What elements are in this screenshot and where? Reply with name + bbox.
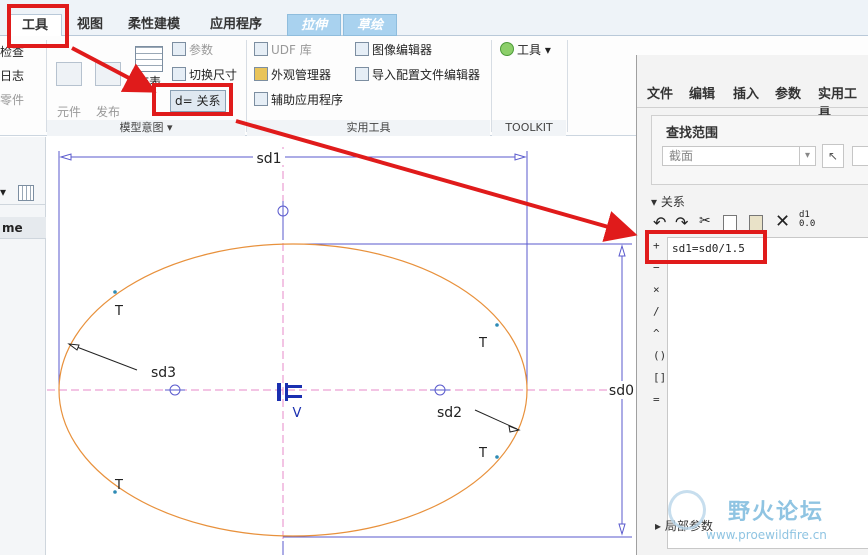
- tangent-label-4: T: [114, 478, 123, 493]
- menu-file[interactable]: 文件: [647, 83, 673, 102]
- annotation-box-relations: [152, 83, 233, 116]
- op-multiply[interactable]: ×: [653, 283, 660, 296]
- tree-filter-icon[interactable]: [18, 185, 34, 201]
- tangent-label-1: T: [114, 304, 123, 319]
- tangent-label-3: T: [478, 446, 487, 461]
- delete-icon[interactable]: ✕: [775, 211, 790, 232]
- udf-icon: [254, 42, 268, 56]
- tangent-point-3: [495, 455, 499, 459]
- import-config-icon: [355, 67, 369, 81]
- copy-icon[interactable]: [723, 215, 737, 231]
- select-pointer-icon[interactable]: ↖: [822, 144, 844, 168]
- sd3-leader: [68, 343, 138, 371]
- tangent-point-1: [113, 290, 117, 294]
- sd0-arrow-top: [618, 244, 626, 257]
- appearance-manager-button[interactable]: 外观管理器: [254, 67, 331, 83]
- table-icon: [135, 46, 163, 72]
- tab-flexible-modeling[interactable]: 柔性建模: [120, 14, 188, 36]
- sd2-label[interactable]: sd2: [437, 405, 462, 421]
- tab-sketch[interactable]: 草绘: [343, 14, 397, 36]
- chevron-down-icon[interactable]: ▾: [0, 185, 6, 199]
- sd0-label[interactable]: sd0: [609, 383, 634, 399]
- publish-geometry-button[interactable]: 发布 几何: [92, 46, 124, 135]
- switch-dims-button[interactable]: 切换尺寸: [172, 67, 237, 83]
- op-power[interactable]: ^: [653, 327, 660, 340]
- watermark-url: www.proewildfire.cn: [706, 528, 827, 542]
- vertical-constraint-label: V: [293, 406, 302, 421]
- component-interface-button[interactable]: 元件 界面: [54, 46, 84, 135]
- op-divide[interactable]: /: [653, 305, 660, 318]
- relations-dialog: 文件 编辑 插入 参数 实用工具 查找范围 截面 ▾ ↖ ▾ 关系 ↶ ↷ ✂ …: [636, 55, 868, 555]
- tab-applications[interactable]: 应用程序: [197, 14, 275, 36]
- aux-apps-button[interactable]: 辅助应用程序: [254, 92, 343, 108]
- tangent-point-2: [495, 323, 499, 327]
- switch-display-icon[interactable]: d1 0.0: [799, 211, 815, 229]
- toolkit-icon: [500, 42, 514, 56]
- publish-geometry-icon: [95, 62, 121, 86]
- toolkit-group-label: TOOLKIT: [492, 120, 566, 136]
- panel-toolbar: ▾: [0, 181, 46, 205]
- creo-window: 工具 视图 柔性建模 应用程序 拉伸 草绘 检查 日志 零件 元件 界面 发布 …: [0, 0, 868, 555]
- cut-icon[interactable]: ✂: [699, 213, 711, 229]
- appearance-icon: [254, 67, 268, 81]
- sd3-label[interactable]: sd3: [151, 365, 176, 381]
- image-editor-button[interactable]: 图像编辑器: [355, 42, 432, 58]
- lookup-select[interactable]: 截面 ▾: [662, 146, 816, 166]
- menu-params[interactable]: 参数: [775, 83, 801, 102]
- utilities-group-label: 实用工具: [247, 120, 490, 136]
- sketch-canvas[interactable]: sd1 sd0 V T T T T sd3 sd2: [47, 137, 635, 555]
- sd3-arrow: [67, 343, 80, 351]
- params-button[interactable]: 参数: [172, 42, 213, 58]
- lookup-label: 查找范围: [666, 126, 719, 141]
- watermark-name: 野火论坛: [728, 500, 825, 525]
- sd1-arrow-right: [514, 153, 527, 161]
- lookup-group: 查找范围 截面 ▾ ↖: [651, 115, 868, 185]
- annotation-box-relation-text: [645, 230, 767, 264]
- parts-button[interactable]: 零件: [0, 92, 24, 108]
- op-equals[interactable]: =: [653, 393, 660, 406]
- import-config-editor-button[interactable]: 导入配置文件编辑器: [355, 67, 480, 83]
- toolkit-tools-button[interactable]: 工具 ▾: [500, 42, 551, 58]
- tangent-label-2: T: [478, 336, 487, 351]
- paste-icon[interactable]: [749, 215, 763, 231]
- aux-apps-icon: [254, 92, 268, 106]
- op-brackets[interactable]: []: [653, 371, 666, 384]
- vertical-constraint-icon: [277, 383, 302, 401]
- model-tree-panel: ▾ me: [0, 137, 46, 555]
- tab-view[interactable]: 视图: [68, 14, 112, 36]
- column-header: me: [0, 217, 46, 239]
- component-interface-icon: [56, 62, 82, 86]
- udf-library-button[interactable]: UDF 库: [254, 42, 312, 58]
- chevron-down-icon[interactable]: ▾: [799, 147, 815, 165]
- annotation-box-tools-tab: [7, 4, 69, 48]
- menu-insert[interactable]: 插入: [733, 83, 759, 102]
- relations-section-header[interactable]: ▾ 关系: [651, 193, 685, 210]
- ribbon-tabbar: 工具 视图 柔性建模 应用程序 拉伸 草绘: [0, 0, 868, 36]
- watermark-logo-icon: [668, 490, 706, 530]
- sd1-label[interactable]: sd1: [256, 151, 281, 167]
- model-intent-group-label[interactable]: 模型意图 ▾: [47, 120, 245, 136]
- params-icon: [172, 42, 186, 56]
- menu-edit[interactable]: 编辑: [689, 83, 715, 102]
- sd1-arrow-left: [59, 153, 72, 161]
- tab-extrude[interactable]: 拉伸: [287, 14, 341, 36]
- switch-dims-icon: [172, 67, 186, 81]
- op-parentheses[interactable]: (): [653, 349, 666, 362]
- image-editor-icon: [355, 42, 369, 56]
- sd0-arrow-bottom: [618, 523, 626, 536]
- log-button[interactable]: 日志: [0, 68, 24, 84]
- sketch-svg[interactable]: sd1 sd0 V T T T T sd3 sd2: [47, 137, 635, 555]
